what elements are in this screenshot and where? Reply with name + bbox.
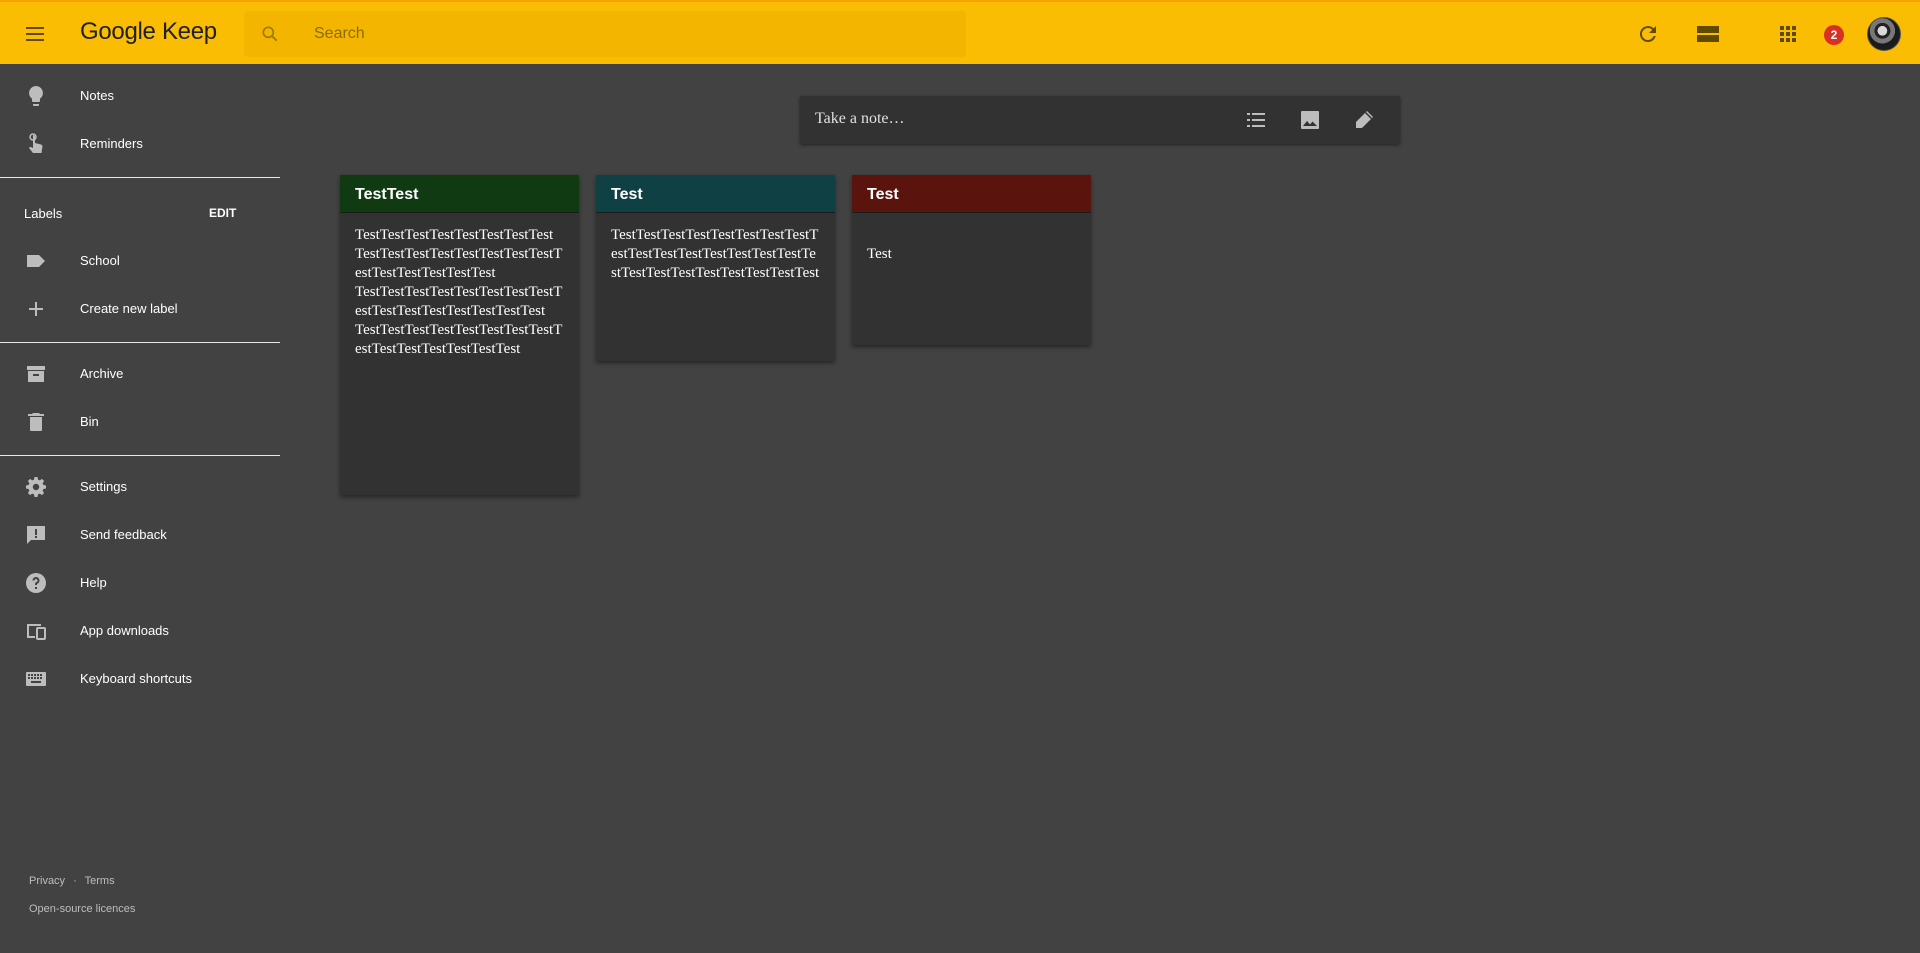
app-logo[interactable]: Google Keep bbox=[80, 18, 217, 46]
image-icon[interactable] bbox=[1298, 108, 1322, 132]
sidebar-item-label: Archive bbox=[80, 366, 124, 381]
sidebar-divider bbox=[0, 455, 280, 456]
avatar[interactable] bbox=[1867, 17, 1901, 51]
sidebar-divider bbox=[0, 177, 280, 178]
brand-keep: Keep bbox=[161, 18, 217, 45]
licences-link[interactable]: Open-source licences bbox=[29, 903, 135, 915]
sidebar-item-feedback[interactable]: Send feedback bbox=[0, 513, 280, 557]
sidebar-item-app-downloads[interactable]: App downloads bbox=[0, 609, 280, 653]
note-body: TestTestTestTestTestTestTestTest TestTes… bbox=[355, 227, 563, 357]
sidebar-item-label: Keyboard shortcuts bbox=[80, 671, 193, 686]
sidebar-item-school[interactable]: School bbox=[0, 239, 280, 283]
sidebar-item-reminders[interactable]: Reminders bbox=[0, 122, 280, 166]
sidebar-item-keyboard-shortcuts[interactable]: Keyboard shortcuts bbox=[0, 657, 280, 701]
gear-icon bbox=[26, 477, 46, 497]
edit-labels-button[interactable]: EDIT bbox=[209, 206, 236, 220]
main-menu-icon[interactable] bbox=[22, 24, 50, 44]
search-bar[interactable] bbox=[244, 11, 966, 57]
reminder-hand-icon bbox=[29, 133, 43, 153]
sidebar-item-help[interactable]: Help bbox=[0, 561, 280, 605]
help-icon bbox=[26, 573, 46, 593]
privacy-link[interactable]: Privacy bbox=[29, 875, 65, 887]
sidebar-item-label: Notes bbox=[80, 88, 114, 103]
footer-links: Privacy · Terms bbox=[29, 875, 115, 887]
labels-heading: Labels bbox=[24, 206, 63, 221]
take-note-bar[interactable]: Take a note… bbox=[800, 96, 1400, 144]
note-title: TestTest bbox=[340, 175, 579, 213]
sidebar-item-label: Settings bbox=[80, 479, 127, 494]
note-card[interactable]: TestTest TestTestTestTestTestTestTestTes… bbox=[340, 175, 579, 495]
sidebar-item-label: Create new label bbox=[80, 301, 178, 316]
sidebar-item-label: Send feedback bbox=[80, 527, 167, 542]
sidebar-item-settings[interactable]: Settings bbox=[0, 465, 280, 509]
search-input[interactable] bbox=[314, 11, 954, 57]
note-title: Test bbox=[596, 175, 835, 213]
note-card[interactable]: Test TestTestTestTestTestTestTestTestTes… bbox=[596, 175, 835, 361]
notification-badge[interactable]: 2 bbox=[1824, 25, 1844, 45]
devices-icon bbox=[27, 624, 46, 640]
list-view-icon[interactable] bbox=[1696, 22, 1720, 46]
checklist-icon[interactable] bbox=[1244, 108, 1268, 132]
sidebar-item-label: App downloads bbox=[80, 623, 169, 638]
search-icon[interactable] bbox=[260, 24, 280, 44]
note-body: Test bbox=[867, 246, 892, 262]
keyboard-icon bbox=[26, 672, 46, 686]
sidebar-item-bin[interactable]: Bin bbox=[0, 400, 280, 444]
apps-grid-icon[interactable] bbox=[1776, 22, 1800, 46]
sidebar: Notes Reminders Labels EDIT School Creat… bbox=[0, 64, 280, 953]
footer-separator: · bbox=[73, 875, 77, 887]
sidebar-item-label: Reminders bbox=[80, 136, 143, 151]
sidebar-item-label: Bin bbox=[80, 414, 99, 429]
app-header: Google Keep 2 bbox=[0, 0, 1920, 64]
sidebar-divider bbox=[0, 342, 280, 343]
terms-link[interactable]: Terms bbox=[85, 875, 115, 887]
brand-google: Google bbox=[80, 18, 156, 45]
note-title: Test bbox=[852, 175, 1091, 213]
pen-icon[interactable] bbox=[1352, 108, 1376, 132]
label-tag-icon bbox=[27, 255, 45, 267]
sidebar-item-archive[interactable]: Archive bbox=[0, 352, 280, 396]
sidebar-item-create-label[interactable]: Create new label bbox=[0, 287, 280, 331]
plus-icon bbox=[29, 302, 43, 316]
trash-icon bbox=[28, 413, 44, 431]
archive-icon bbox=[27, 366, 45, 382]
feedback-icon bbox=[27, 526, 45, 544]
note-card[interactable]: Test Test bbox=[852, 175, 1091, 345]
refresh-icon[interactable] bbox=[1636, 22, 1660, 46]
sidebar-item-notes[interactable]: Notes bbox=[0, 74, 280, 118]
take-note-placeholder[interactable]: Take a note… bbox=[815, 110, 905, 128]
lightbulb-icon bbox=[29, 86, 43, 106]
sidebar-item-label: Help bbox=[80, 575, 107, 590]
note-body: TestTestTestTestTestTestTestTestTestTest… bbox=[611, 227, 820, 281]
sidebar-item-label: School bbox=[80, 253, 120, 268]
